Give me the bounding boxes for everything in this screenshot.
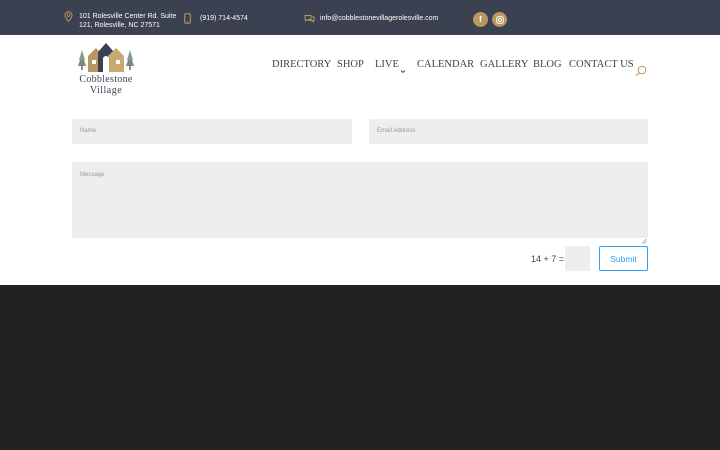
location-pin-icon bbox=[64, 11, 73, 22]
phone-link[interactable]: (919) 714-4574 bbox=[200, 15, 248, 22]
top-info-bar: 101 Rolesville Center Rd. Suite 121, Rol… bbox=[0, 0, 720, 35]
instagram-icon[interactable] bbox=[492, 12, 507, 27]
email-link[interactable]: info@cobblestonevillagerolesville.com bbox=[320, 15, 438, 22]
captcha-input[interactable] bbox=[565, 246, 590, 271]
address-line-2: 121, Rolesville, NC 27571 bbox=[79, 22, 160, 29]
facebook-icon[interactable]: f bbox=[473, 12, 488, 27]
email-field[interactable]: Email Address bbox=[369, 119, 648, 144]
search-icon[interactable] bbox=[635, 64, 647, 77]
submit-button[interactable]: Submit bbox=[599, 246, 648, 271]
captcha-question: 14 + 7 = bbox=[531, 254, 565, 264]
nav-item-live-label: LIVE bbox=[375, 58, 399, 70]
address-line-1: 101 Rolesville Center Rd. Suite bbox=[79, 13, 177, 20]
logo-emblem-icon bbox=[78, 43, 134, 72]
email-placeholder: Email Address bbox=[377, 128, 416, 134]
nav-item-shop[interactable]: SHOP bbox=[337, 59, 364, 70]
footer bbox=[0, 285, 720, 450]
logo-text-line1: Cobblestone bbox=[79, 74, 133, 85]
address[interactable]: 101 Rolesville Center Rd. Suite 121, Rol… bbox=[79, 12, 176, 30]
nav-item-blog[interactable]: BLOG bbox=[533, 59, 562, 70]
name-placeholder: Name bbox=[80, 128, 97, 134]
nav-item-live[interactable]: LIVE bbox=[375, 59, 399, 70]
nav-item-contact-us[interactable]: CONTACT US bbox=[569, 59, 634, 70]
message-field[interactable]: Message bbox=[72, 162, 648, 244]
logo-text-line2: Village bbox=[89, 85, 123, 96]
nav-item-directory[interactable]: DIRECTORY bbox=[272, 59, 331, 70]
nav-item-gallery[interactable]: GALLERY bbox=[480, 59, 528, 70]
name-field[interactable]: Name bbox=[72, 119, 352, 144]
chevron-down-icon bbox=[400, 66, 406, 77]
chat-icon bbox=[304, 14, 315, 23]
message-placeholder: Message bbox=[80, 172, 105, 178]
resize-handle-icon[interactable] bbox=[641, 231, 647, 244]
nav-item-calendar[interactable]: CALENDAR bbox=[417, 59, 474, 70]
phone-icon bbox=[184, 13, 191, 24]
